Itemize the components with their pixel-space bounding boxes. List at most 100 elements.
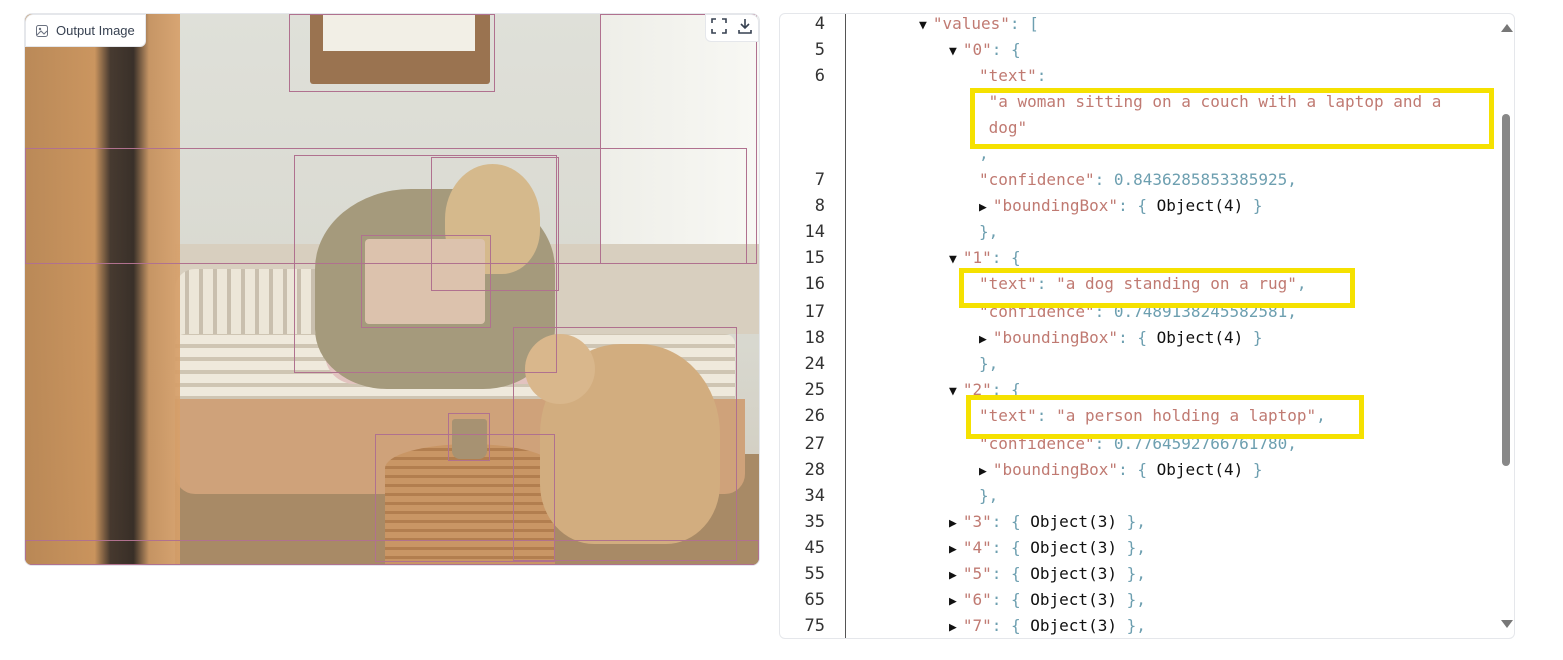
expand-triangle-icon[interactable]: ▶: [979, 462, 987, 482]
line-number: 17: [804, 302, 825, 322]
highlight-box: [970, 88, 1494, 149]
line-number: 27: [804, 434, 825, 454]
line-number: 14: [804, 222, 825, 242]
json-token-key: "7": [962, 616, 992, 635]
collapse-triangle-icon[interactable]: ▼: [949, 382, 957, 402]
json-token-punc: :: [1094, 170, 1114, 189]
json-line: ▼ "1": {: [949, 248, 1021, 270]
json-line: "confidence": 0.8436285853385925,: [979, 170, 1297, 190]
json-line: },: [979, 354, 998, 374]
line-number: 24: [804, 354, 825, 374]
collapse-triangle-icon[interactable]: ▼: [919, 16, 927, 36]
json-token-obj: Object(3): [1030, 538, 1117, 557]
json-token-obj: Object(3): [1030, 590, 1117, 609]
json-line: ▶ "7": { Object(3) },: [949, 616, 1146, 638]
line-number: 34: [804, 486, 825, 506]
expand-triangle-icon[interactable]: ▶: [949, 566, 957, 586]
scroll-down-arrow-icon[interactable]: [1501, 620, 1513, 628]
image-toolbar: [705, 14, 759, 42]
json-token-key: "0": [962, 40, 992, 59]
json-line: ▶ "3": { Object(3) },: [949, 512, 1146, 534]
line-number: 6: [814, 66, 825, 86]
output-image-panel: Output Image: [24, 13, 760, 566]
line-number: 25: [804, 380, 825, 400]
json-line: ▼ "values": [: [919, 14, 1039, 36]
line-number: 4: [814, 14, 825, 34]
json-token-key: "values": [932, 14, 1010, 33]
json-token-punc: },: [1116, 512, 1146, 531]
line-number: 5: [814, 40, 825, 60]
json-token-key: "1": [962, 248, 992, 267]
json-token-key: "text": [979, 66, 1037, 85]
download-icon: [737, 18, 753, 38]
json-line: },: [979, 222, 998, 242]
image-icon: [36, 24, 48, 37]
json-token-obj: Object(4): [1156, 460, 1244, 479]
json-line: ▶ "5": { Object(3) },: [949, 564, 1146, 586]
json-token-key: "3": [962, 512, 992, 531]
json-line: ▼ "0": {: [949, 40, 1021, 62]
collapse-triangle-icon[interactable]: ▼: [949, 42, 957, 62]
download-button[interactable]: [732, 15, 758, 41]
json-token-punc: : {: [1118, 328, 1157, 347]
json-token-key: "boundingBox": [992, 328, 1119, 347]
line-number: 15: [804, 248, 825, 268]
json-token-key: "4": [962, 538, 992, 557]
image-label-badge: Output Image: [25, 14, 146, 47]
expand-triangle-icon[interactable]: ▶: [949, 540, 957, 560]
json-line: ▶ "boundingBox": { Object(4) }: [979, 328, 1263, 350]
line-number: 16: [804, 274, 825, 294]
json-token-punc: : {: [1118, 460, 1157, 479]
collapse-triangle-icon[interactable]: ▼: [949, 250, 957, 270]
json-token-key: "6": [962, 590, 992, 609]
json-token-key: "confidence": [979, 170, 1095, 189]
json-token-obj: Object(3): [1030, 616, 1117, 635]
json-token-obj: Object(4): [1156, 328, 1244, 347]
fullscreen-button[interactable]: [706, 15, 732, 41]
json-token-punc: }: [1243, 328, 1263, 347]
line-number: 28: [804, 460, 825, 480]
expand-triangle-icon[interactable]: ▶: [949, 618, 957, 638]
json-token-punc: },: [1116, 590, 1146, 609]
scroll-up-arrow-icon[interactable]: [1501, 24, 1513, 32]
image-label-text: Output Image: [56, 23, 135, 38]
json-output-panel[interactable]: 4 5 6 7 8 14 15 16 17 18 24 25 26 27 28 34 35 45 55 65 75 ▼ "…: [779, 13, 1515, 639]
detection-box: [361, 235, 491, 328]
json-token-key: "5": [962, 564, 992, 583]
json-token-punc: : {: [991, 564, 1031, 583]
json-token-punc: },: [979, 222, 999, 241]
json-line: ▶ "boundingBox": { Object(4) }: [979, 460, 1263, 482]
json-token-punc: : {: [991, 40, 1021, 59]
json-token-punc: },: [979, 354, 999, 373]
json-token-obj: Object(3): [1030, 564, 1117, 583]
line-number: 18: [804, 328, 825, 348]
json-line: "text":: [979, 66, 1046, 86]
expand-triangle-icon[interactable]: ▶: [949, 592, 957, 612]
json-token-punc: },: [1116, 538, 1146, 557]
json-token-obj: Object(3): [1030, 512, 1117, 531]
line-number: 35: [804, 512, 825, 532]
expand-triangle-icon[interactable]: ▶: [979, 330, 987, 350]
json-token-num: 0.8436285853385925: [1113, 170, 1288, 189]
json-token-punc: : {: [991, 248, 1021, 267]
line-number-gutter: 4 5 6 7 8 14 15 16 17 18 24 25 26 27 28 34 35 45 55 65 75: [780, 14, 846, 638]
json-line: ▶ "4": { Object(3) },: [949, 538, 1146, 560]
expand-triangle-icon[interactable]: ▶: [979, 198, 987, 218]
expand-triangle-icon[interactable]: ▶: [949, 514, 957, 534]
json-token-punc: : {: [1118, 196, 1157, 215]
fullscreen-icon: [711, 18, 727, 38]
json-token-obj: Object(4): [1156, 196, 1244, 215]
json-token-punc: },: [979, 486, 999, 505]
vertical-scrollbar[interactable]: [1498, 14, 1514, 638]
json-token-punc: }: [1243, 460, 1263, 479]
json-token-punc: },: [1116, 564, 1146, 583]
json-token-punc: : {: [991, 616, 1031, 635]
line-number: 26: [804, 406, 825, 426]
line-number: 7: [814, 170, 825, 190]
scrollbar-thumb[interactable]: [1502, 114, 1510, 466]
line-number: 55: [804, 564, 825, 584]
line-number: 45: [804, 538, 825, 558]
line-number: 8: [814, 196, 825, 216]
line-number: 65: [804, 590, 825, 610]
json-token-punc: : {: [991, 512, 1031, 531]
